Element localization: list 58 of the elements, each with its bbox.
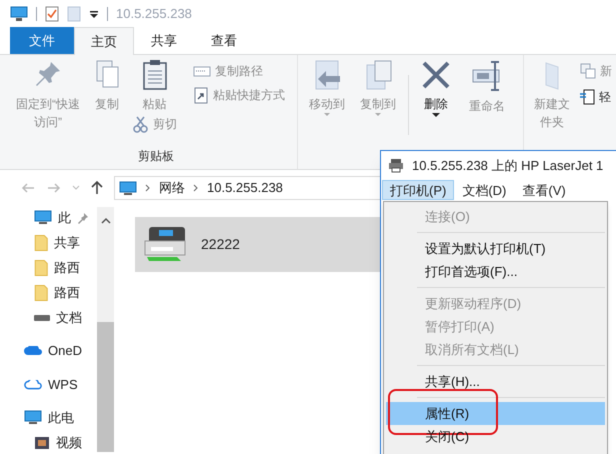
cloud-icon (24, 346, 42, 356)
folder-icon (34, 260, 48, 276)
group-label: 剪贴板 (138, 148, 175, 165)
ribbon-button[interactable]: 删除 (417, 55, 455, 113)
cloud-icon (24, 380, 42, 390)
folder-icon (34, 284, 48, 300)
ribbon-tab[interactable]: 主页 (74, 27, 134, 55)
ribbon-tab[interactable]: 文件 (10, 27, 74, 54)
drive-icon (34, 314, 50, 320)
sidebar-item[interactable]: 此 (10, 208, 97, 227)
shortcut-icon (193, 86, 209, 104)
chevron-up-icon (100, 217, 110, 225)
sidebar-item[interactable]: OneD (10, 341, 97, 360)
path-icon (193, 64, 211, 78)
forward-icon (46, 181, 62, 195)
sidebar-item[interactable]: 视频 (10, 433, 97, 452)
caret-icon (432, 113, 440, 117)
video-icon (34, 436, 50, 450)
menu-item[interactable]: 共享(H)... (386, 370, 605, 393)
scrollbar[interactable] (97, 207, 114, 452)
printer-icon (388, 158, 404, 173)
chevron-right-icon (193, 184, 199, 192)
chevron-down-icon (72, 184, 80, 192)
sidebar-item[interactable]: 文档 (10, 308, 97, 327)
menu-bar-item[interactable]: 打印机(P) (382, 180, 454, 200)
menu-bar-item[interactable]: 查看(V) (514, 180, 574, 200)
menu-item[interactable]: 属性(R) (386, 402, 605, 425)
breadcrumb[interactable]: 网络 (159, 178, 185, 198)
sidebar-item[interactable]: 路西 (10, 283, 97, 302)
properties-icon[interactable] (45, 6, 59, 22)
sidebar-item[interactable]: 此电 (10, 408, 97, 427)
dropdown-icon[interactable] (89, 9, 99, 19)
pin-icon (77, 212, 89, 224)
up-arrow-icon (90, 180, 104, 196)
folder-icon (34, 234, 48, 250)
sidebar-item[interactable]: 共享 (10, 233, 97, 252)
window-title: 10.5.255.238 上的 HP LaserJet 1 (412, 156, 604, 175)
computer-icon (24, 410, 42, 426)
easy-access-icon (580, 89, 595, 105)
sidebar-item[interactable]: 路西 (10, 258, 97, 277)
chevron-right-icon (145, 184, 151, 192)
caret-icon (324, 113, 330, 116)
back-icon (20, 181, 36, 195)
menu-bar-item[interactable]: 文档(D) (454, 180, 514, 200)
delete-icon (420, 59, 452, 91)
ribbon-button[interactable]: 轻 (580, 88, 612, 106)
sidebar-item[interactable]: WPS (10, 375, 97, 394)
scissors-icon (132, 116, 149, 132)
computer-icon (119, 180, 137, 196)
caret-icon (375, 113, 381, 116)
menu-item[interactable]: 设置为默认打印机(T) (386, 237, 605, 260)
ribbon-tab[interactable]: 共享 (134, 27, 194, 54)
computer-icon (34, 210, 52, 226)
new-item-icon (580, 63, 596, 79)
ribbon-tab[interactable]: 查看 (194, 27, 254, 54)
window-title: 10.5.255.238 (116, 5, 192, 24)
breadcrumb[interactable]: 10.5.255.238 (207, 178, 283, 198)
computer-icon[interactable] (10, 6, 28, 22)
